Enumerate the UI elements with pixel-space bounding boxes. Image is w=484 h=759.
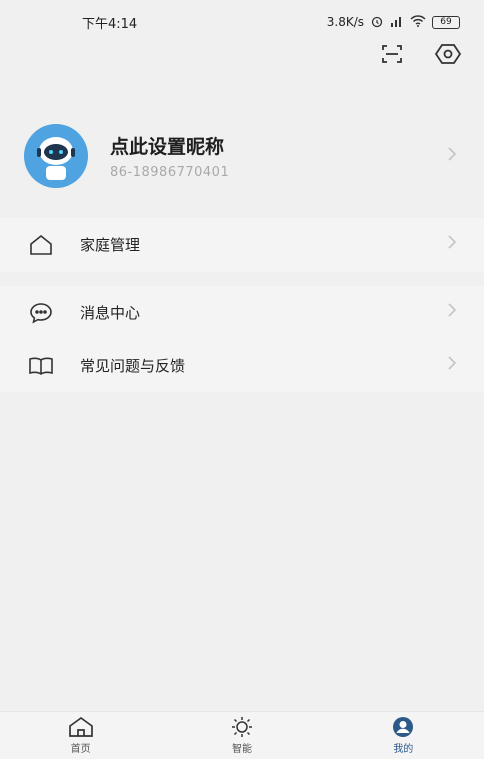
chevron-right-icon bbox=[444, 234, 460, 255]
network-speed: 3.8K/s bbox=[326, 15, 364, 29]
nav-label-mine: 我的 bbox=[393, 744, 414, 755]
chat-bubble-icon bbox=[28, 300, 54, 326]
menu-item-home-management[interactable]: 家庭管理 bbox=[0, 218, 484, 271]
nav-label-smart: 智能 bbox=[231, 744, 252, 755]
menu-group-home: 家庭管理 bbox=[0, 218, 484, 272]
nav-item-smart[interactable]: 智能 bbox=[202, 716, 282, 755]
menu-label: 家庭管理 bbox=[80, 236, 141, 254]
robot-avatar-icon bbox=[24, 124, 88, 188]
scan-icon[interactable] bbox=[378, 40, 406, 68]
nav-item-mine[interactable]: 我的 bbox=[363, 716, 443, 755]
wifi-icon bbox=[410, 14, 426, 30]
sun-icon bbox=[231, 717, 252, 737]
menu-item-message-center[interactable]: 消息中心 bbox=[0, 286, 484, 339]
chevron-right-icon bbox=[444, 146, 460, 167]
user-icon bbox=[393, 717, 414, 737]
chevron-right-icon bbox=[444, 302, 460, 323]
battery-icon: 69 bbox=[432, 15, 460, 29]
nav-item-home[interactable]: 首页 bbox=[41, 716, 121, 755]
signal-icon bbox=[390, 15, 404, 30]
menu-group-support: 消息中心 常见问题与反馈 bbox=[0, 286, 484, 392]
bottom-nav: 首页 智能 我的 bbox=[0, 711, 484, 759]
status-time: 下午4:14 bbox=[82, 16, 138, 32]
house-icon bbox=[28, 232, 54, 258]
status-bar: 下午4:14 3.8K/s 69 bbox=[0, 0, 484, 44]
phone-number: 86-18986770401 bbox=[110, 165, 230, 180]
nav-label-home: 首页 bbox=[70, 744, 91, 755]
home-icon bbox=[68, 716, 93, 737]
chevron-right-icon bbox=[444, 355, 460, 376]
open-book-icon bbox=[28, 353, 54, 379]
nickname[interactable]: 点此设置昵称 bbox=[110, 132, 444, 159]
status-indicators: 3.8K/s 69 bbox=[327, 14, 460, 31]
top-actions bbox=[378, 40, 462, 68]
menu-label: 消息中心 bbox=[80, 304, 141, 322]
alarm-icon bbox=[370, 14, 384, 31]
menu-label: 常见问题与反馈 bbox=[80, 357, 186, 375]
profile-text: 点此设置昵称 86-18986770401 bbox=[110, 132, 444, 180]
profile-card[interactable]: 点此设置昵称 86-18986770401 bbox=[0, 110, 484, 202]
menu-item-faq-feedback[interactable]: 常见问题与反馈 bbox=[0, 339, 484, 392]
hexagon-settings-icon[interactable] bbox=[434, 40, 462, 68]
avatar bbox=[24, 124, 88, 188]
